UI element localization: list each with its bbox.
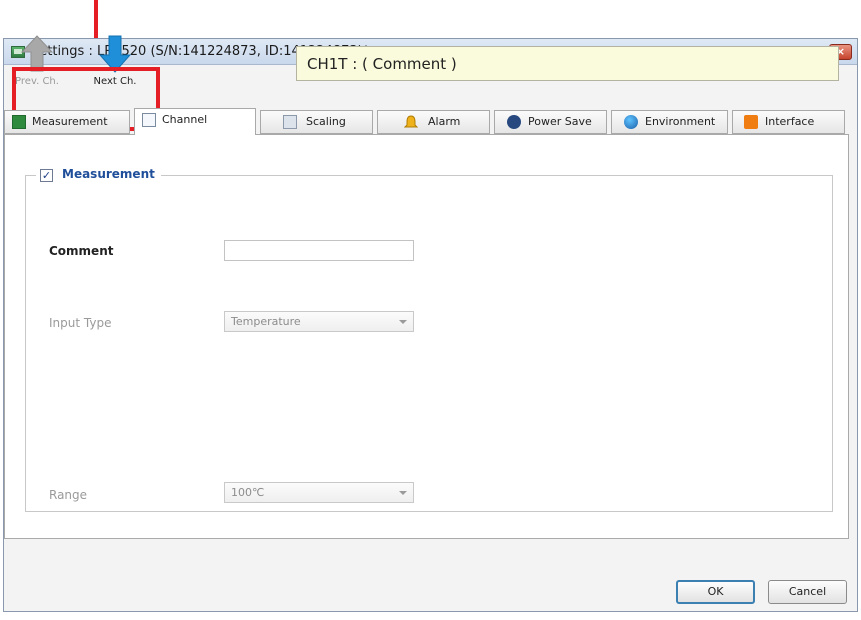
tab-scaling[interactable]: Scaling bbox=[260, 110, 373, 134]
chevron-down-icon bbox=[399, 320, 407, 324]
measurement-checkbox[interactable]: ✓ bbox=[40, 169, 53, 182]
measurement-icon bbox=[12, 115, 26, 129]
tab-label: Scaling bbox=[306, 115, 346, 128]
comment-label: Comment bbox=[49, 244, 114, 258]
cancel-button[interactable]: Cancel bbox=[768, 580, 847, 604]
input-type-select[interactable]: Temperature bbox=[224, 311, 414, 332]
tab-label: Interface bbox=[765, 115, 815, 128]
tab-label: Alarm bbox=[428, 115, 461, 128]
tab-label: Channel bbox=[162, 113, 208, 126]
bell-icon bbox=[403, 115, 419, 129]
input-type-label: Input Type bbox=[49, 316, 112, 330]
measurement-group bbox=[25, 175, 833, 512]
tab-alarm[interactable]: Alarm bbox=[377, 110, 490, 134]
globe-icon bbox=[624, 115, 638, 129]
bluetooth-icon bbox=[507, 115, 521, 129]
range-select[interactable]: 100℃ bbox=[224, 482, 414, 503]
rss-icon bbox=[744, 115, 758, 129]
tab-channel[interactable]: Channel bbox=[134, 108, 256, 135]
channel-comment-display: CH1T : ( Comment ) bbox=[296, 46, 839, 81]
tab-label: Measurement bbox=[32, 115, 108, 128]
tab-interface[interactable]: Interface bbox=[732, 110, 845, 134]
measurement-group-header: ✓ Measurement bbox=[36, 167, 161, 185]
ok-button[interactable]: OK bbox=[676, 580, 755, 604]
comment-input[interactable] bbox=[224, 240, 414, 261]
tab-label: Power Save bbox=[528, 115, 592, 128]
range-label: Range bbox=[49, 488, 88, 502]
tab-label: Environment bbox=[645, 115, 716, 128]
tab-power-save[interactable]: Power Save bbox=[494, 110, 607, 134]
tab-measurement[interactable]: Measurement bbox=[4, 110, 130, 134]
measurement-checkbox-label: Measurement bbox=[62, 167, 155, 181]
channel-icon bbox=[142, 113, 156, 127]
tab-bar: Measurement Channel Scaling Alarm Power … bbox=[4, 108, 849, 135]
range-value: 100℃ bbox=[231, 486, 265, 499]
input-type-value: Temperature bbox=[231, 315, 301, 328]
tab-environment[interactable]: Environment bbox=[611, 110, 728, 134]
chevron-down-icon bbox=[399, 491, 407, 495]
scaling-icon bbox=[283, 115, 297, 129]
